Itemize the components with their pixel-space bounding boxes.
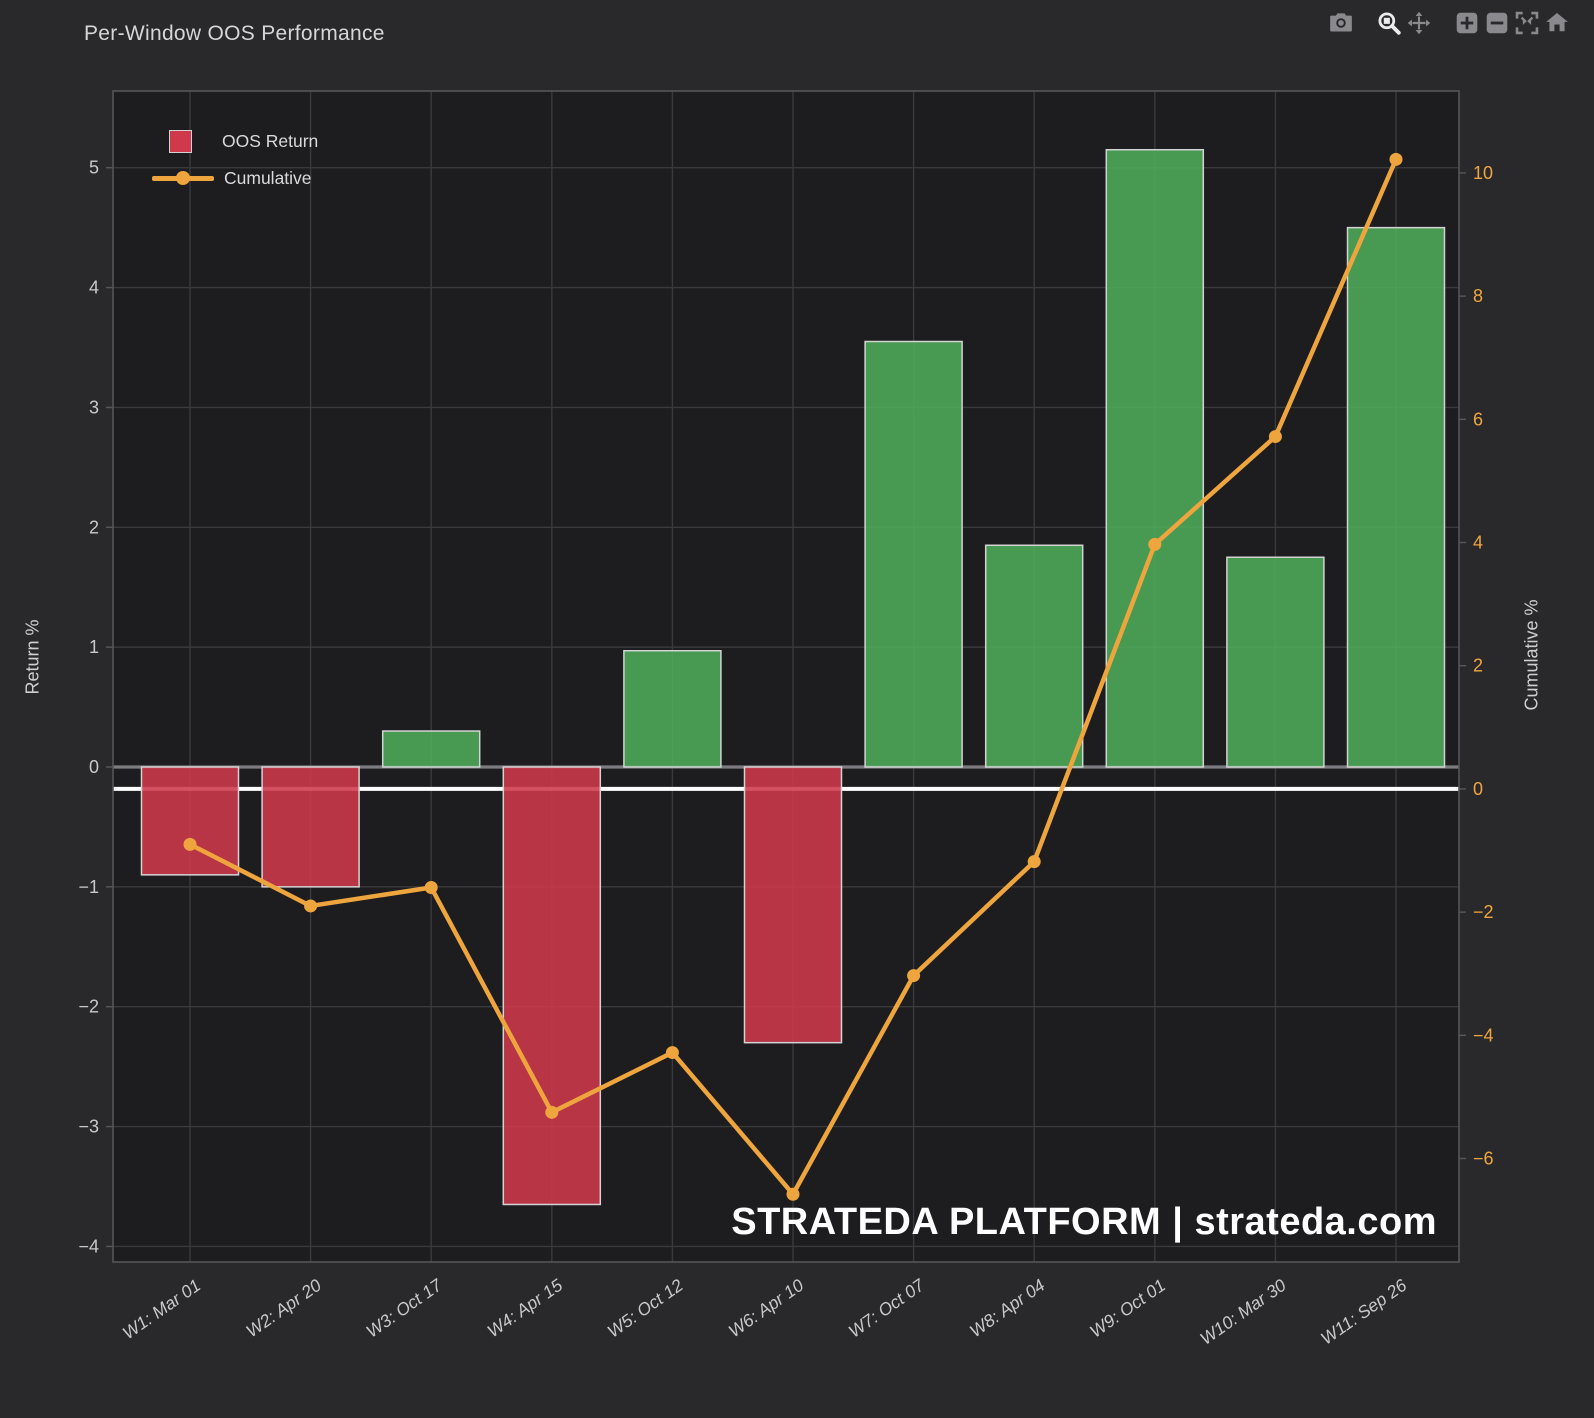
bar-w5[interactable]: [623, 649, 722, 768]
left-axis-tick-label: −4: [78, 1236, 99, 1256]
right-axis-tick-label: 10: [1473, 163, 1493, 183]
bar-w11[interactable]: [1346, 226, 1446, 768]
bar-swatch-icon: [169, 129, 192, 153]
bar-w9[interactable]: [1105, 148, 1205, 768]
x-axis-tick-label: W9: Oct 01: [1086, 1275, 1169, 1342]
cumulative-point-w10[interactable]: [1268, 430, 1282, 444]
bar-w6[interactable]: [743, 766, 843, 1044]
right-axis-title: Cumulative %: [1521, 599, 1542, 711]
right-axis-tick-label: 6: [1473, 409, 1483, 429]
legend-item-label: Cumulative: [224, 167, 312, 188]
cumulative-point-w6[interactable]: [786, 1187, 800, 1201]
cumulative-point-w4[interactable]: [545, 1105, 559, 1119]
cumulative-point-w7[interactable]: [907, 969, 921, 983]
legend-item-label: OOS Return: [222, 130, 319, 151]
x-axis-tick-label: W7: Oct 07: [845, 1274, 929, 1341]
left-axis-title: Return %: [22, 619, 43, 695]
watermark: STRATEDA PLATFORM | strateda.com: [731, 1201, 1437, 1243]
legend: OOS Return Cumulative: [152, 128, 318, 202]
cumulative-point-w3[interactable]: [424, 880, 438, 894]
legend-item-oos-return[interactable]: OOS Return: [152, 128, 318, 154]
x-axis-tick-label: W6: Apr 10: [725, 1275, 808, 1341]
bar-w1[interactable]: [140, 766, 240, 876]
line-swatch-icon: [152, 171, 214, 185]
right-axis-tick-label: 2: [1473, 656, 1483, 676]
right-axis-tick-label: 8: [1473, 286, 1483, 306]
cumulative-point-w1[interactable]: [183, 837, 197, 851]
right-axis-tick-label: 0: [1473, 779, 1483, 799]
left-axis-tick-label: −1: [78, 877, 99, 897]
bar-w2[interactable]: [261, 766, 360, 888]
legend-item-cumulative[interactable]: Cumulative: [152, 165, 318, 191]
left-axis-tick-label: 5: [89, 158, 99, 178]
left-axis-tick-label: 2: [89, 517, 99, 537]
bar-w3[interactable]: [381, 730, 481, 768]
cumulative-point-w5[interactable]: [665, 1046, 679, 1060]
right-axis-tick-label: −6: [1473, 1149, 1494, 1169]
bar-w10[interactable]: [1226, 556, 1325, 768]
x-axis-tick-label: W3: Oct 17: [362, 1274, 446, 1341]
x-axis-tick-label: W1: Mar 01: [119, 1275, 205, 1343]
bar-w4[interactable]: [502, 766, 602, 1206]
bar-w7[interactable]: [864, 340, 963, 768]
cumulative-point-w9[interactable]: [1148, 537, 1162, 551]
x-axis-tick-label: W4: Apr 15: [483, 1275, 566, 1341]
right-axis-tick-label: 4: [1473, 533, 1483, 553]
left-axis-tick-label: −3: [78, 1117, 99, 1137]
cumulative-point-w2[interactable]: [304, 899, 318, 913]
left-axis-tick-label: 1: [89, 637, 99, 657]
left-axis-tick-label: 4: [89, 278, 99, 298]
x-axis-tick-label: W11: Sep 26: [1317, 1275, 1411, 1349]
left-axis-tick-label: 0: [89, 757, 99, 777]
x-axis-tick-label: W2: Apr 20: [242, 1275, 325, 1341]
right-axis-tick-label: −4: [1473, 1025, 1494, 1045]
left-axis-tick-label: −2: [78, 997, 99, 1017]
left-axis-tick-label: 3: [89, 397, 99, 417]
x-axis-tick-label: W8: Apr 04: [966, 1275, 1049, 1341]
right-axis-tick-label: −2: [1473, 902, 1494, 922]
cumulative-point-w11[interactable]: [1389, 152, 1403, 166]
x-axis-tick-label: W10: Mar 30: [1196, 1275, 1290, 1349]
x-axis-tick-label: W5: Oct 12: [604, 1275, 687, 1342]
cumulative-point-w8[interactable]: [1027, 855, 1041, 869]
bar-w8[interactable]: [984, 544, 1084, 768]
